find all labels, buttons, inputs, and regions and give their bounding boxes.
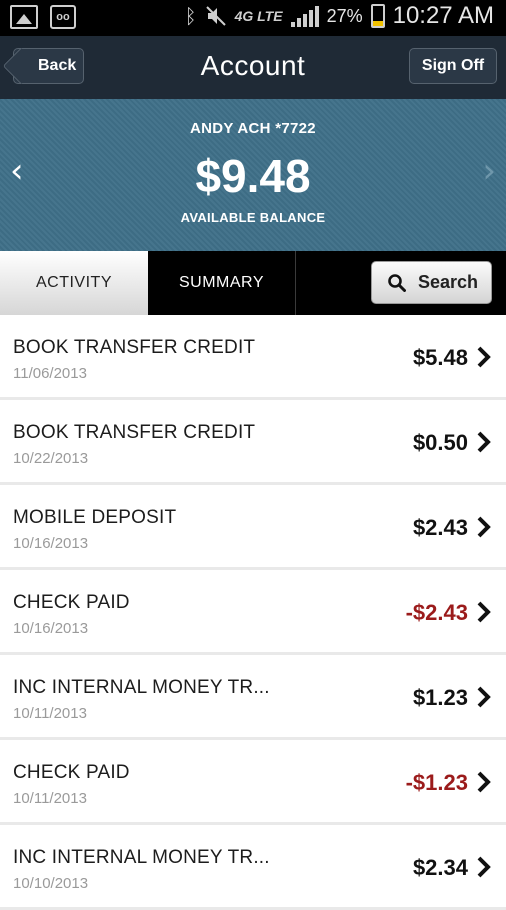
transaction-description: MOBILE DEPOSIT [13,507,177,528]
transaction-row[interactable]: MOBILE DEPOSIT 10/16/2013 $2.43 [0,485,506,570]
balance-banner: ‹ ANDY ACH *7722 $9.48 AVAILABLE BALANCE… [0,99,506,251]
transaction-description: INC INTERNAL MONEY TR... [13,847,270,868]
sign-off-button[interactable]: Sign Off [409,48,497,84]
battery-percent: 27% [326,5,363,26]
transaction-amount: $0.50 [412,430,468,455]
tab-activity[interactable]: ACTIVITY [0,251,148,315]
transaction-amount: $2.43 [412,515,468,540]
account-name: ANDY ACH *7722 [190,120,316,137]
chevron-right-icon [477,856,491,878]
chevron-right-icon [477,516,491,538]
chevron-right-icon [477,346,491,368]
transaction-amount: -$1.23 [405,770,468,795]
transaction-row[interactable]: BOOK TRANSFER CREDIT 11/06/2013 $5.48 [0,315,506,400]
search-icon [388,274,406,292]
available-balance-amount: $9.48 [195,150,311,202]
transaction-row[interactable]: BOOK TRANSFER CREDIT 10/22/2013 $0.50 [0,400,506,485]
status-bar: oo ᛒ 4G LTE 27% 10:27 AM [0,0,506,36]
transaction-description: CHECK PAID [13,592,130,613]
transaction-description: BOOK TRANSFER CREDIT [13,337,256,358]
nav-bar: Back Account Sign Off [0,36,506,99]
transaction-description: INC INTERNAL MONEY TR... [13,677,270,698]
chevron-right-icon [477,431,491,453]
transaction-amount: $2.34 [412,855,468,880]
network-type-label: 4G LTE [234,8,283,24]
transaction-amount: -$2.43 [405,600,468,625]
search-button[interactable]: Search [371,261,492,304]
image-icon [10,5,38,29]
battery-icon [370,4,385,28]
transaction-row[interactable]: INC INTERNAL MONEY TR... 10/10/2013 $2.3… [0,825,506,910]
notification-icons: oo [10,5,76,29]
signal-icon [290,5,319,27]
transaction-date: 11/06/2013 [13,365,87,382]
bluetooth-icon: ᛒ [184,4,197,28]
transaction-row[interactable]: INC INTERNAL MONEY TR... 10/11/2013 $1.2… [0,655,506,740]
transaction-date: 10/16/2013 [13,620,89,637]
next-account-chevron-icon[interactable]: › [482,151,496,191]
transaction-amount: $5.48 [412,345,468,370]
tab-bar: ACTIVITY SUMMARY Search [0,251,506,315]
transaction-row[interactable]: CHECK PAID 10/11/2013 -$1.23 [0,740,506,825]
system-icons: ᛒ 4G LTE 27% 10:27 AM [185,2,494,30]
mute-icon [205,6,226,26]
transaction-date: 10/22/2013 [13,450,89,467]
transaction-date: 10/10/2013 [13,875,89,892]
clock: 10:27 AM [392,2,494,29]
voicemail-icon: oo [50,5,76,29]
transaction-date: 10/11/2013 [13,705,87,722]
transaction-date: 10/16/2013 [13,535,89,552]
available-balance-label: AVAILABLE BALANCE [180,210,326,225]
tab-summary[interactable]: SUMMARY [148,251,296,315]
transaction-row[interactable]: CHECK PAID 10/16/2013 -$2.43 [0,570,506,655]
transaction-amount: $1.23 [412,685,468,710]
chevron-right-icon [477,601,491,623]
chevron-right-icon [477,771,491,793]
search-button-label: Search [418,272,479,292]
transaction-date: 10/11/2013 [13,790,87,807]
transaction-list: BOOK TRANSFER CREDIT 11/06/2013 $5.48 BO… [0,315,506,910]
transaction-description: BOOK TRANSFER CREDIT [13,422,256,443]
chevron-right-icon [477,686,491,708]
transaction-description: CHECK PAID [13,762,130,783]
